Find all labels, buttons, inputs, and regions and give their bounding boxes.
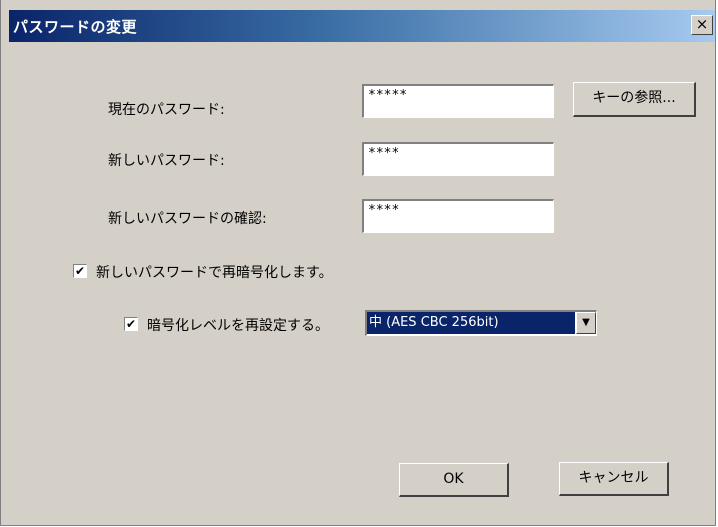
ok-button[interactable]: OK xyxy=(399,463,509,497)
check-icon: ✔ xyxy=(125,317,137,331)
confirm-password-label: 新しいパスワードの確認: xyxy=(108,211,267,227)
reset-level-checkbox[interactable]: ✔ xyxy=(124,317,138,331)
current-password-input[interactable]: ***** xyxy=(362,84,554,118)
change-password-dialog: パスワードの変更 × 現在のパスワード: ***** キーの参照... 新しいパ… xyxy=(0,0,716,526)
reset-level-label: 暗号化レベルを再設定する。 xyxy=(147,318,329,334)
reencrypt-checkbox[interactable]: ✔ xyxy=(73,264,87,278)
new-password-label: 新しいパスワード: xyxy=(108,153,225,169)
confirm-password-input[interactable]: **** xyxy=(362,199,554,233)
check-icon: ✔ xyxy=(74,264,86,278)
current-password-label: 現在のパスワード: xyxy=(108,102,225,118)
close-icon: × xyxy=(695,15,709,33)
browse-key-button[interactable]: キーの参照... xyxy=(573,82,696,117)
new-password-input[interactable]: **** xyxy=(362,142,554,176)
cancel-button[interactable]: キャンセル xyxy=(559,462,669,496)
title-bar: パスワードの変更 × xyxy=(9,10,715,42)
dropdown-arrow-button[interactable]: ▼ xyxy=(576,312,596,334)
close-button[interactable]: × xyxy=(691,15,713,35)
reencrypt-label: 新しいパスワードで再暗号化します。 xyxy=(96,265,333,281)
dialog-title: パスワードの変更 xyxy=(13,18,138,36)
encryption-level-value: 中 (AES CBC 256bit) xyxy=(367,312,575,334)
chevron-down-icon: ▼ xyxy=(582,317,590,328)
encryption-level-select[interactable]: 中 (AES CBC 256bit) ▼ xyxy=(365,310,597,336)
